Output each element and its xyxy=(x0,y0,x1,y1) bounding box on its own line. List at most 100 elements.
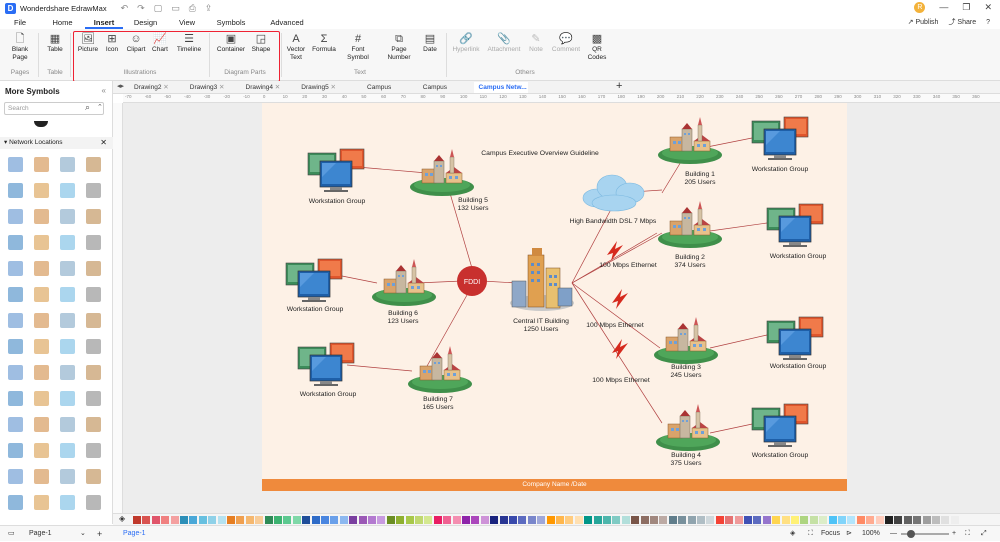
new-tab-icon[interactable]: + xyxy=(616,80,622,92)
building-4-shape[interactable] xyxy=(655,403,721,452)
color-swatch[interactable] xyxy=(208,516,217,524)
symbol-item[interactable] xyxy=(60,183,75,198)
symbol-item[interactable] xyxy=(86,417,101,432)
page-footer[interactable]: Company Name /Date xyxy=(262,479,847,491)
library-close-icon[interactable]: ✕ xyxy=(100,137,107,149)
color-swatch[interactable] xyxy=(245,516,254,524)
building-1-label[interactable]: Building 1 xyxy=(680,171,720,179)
color-swatch[interactable] xyxy=(499,516,508,524)
color-swatch[interactable] xyxy=(856,516,865,524)
symbol-item[interactable] xyxy=(8,443,23,458)
color-swatch[interactable] xyxy=(490,516,499,524)
symbol-item[interactable] xyxy=(34,313,49,328)
symbol-item[interactable] xyxy=(60,417,75,432)
symbol-item[interactable] xyxy=(60,235,75,250)
symbol-item[interactable] xyxy=(8,495,23,510)
symbol-item[interactable] xyxy=(60,287,75,302)
color-swatch[interactable] xyxy=(142,516,151,524)
layers-icon[interactable]: ◈ xyxy=(790,526,795,542)
color-swatch[interactable] xyxy=(762,516,771,524)
symbol-item[interactable] xyxy=(34,287,49,302)
doc-tab[interactable]: Drawing3 ✕ xyxy=(185,82,239,93)
color-swatch[interactable] xyxy=(950,516,959,524)
color-swatch[interactable] xyxy=(471,516,480,524)
color-swatch[interactable] xyxy=(339,516,348,524)
symbol-item[interactable] xyxy=(86,157,101,172)
doc-tab[interactable]: Drawing4 ✕ xyxy=(241,82,295,93)
undo-icon[interactable]: ↶ xyxy=(121,3,129,14)
symbol-item[interactable] xyxy=(8,209,23,224)
symbol-item[interactable] xyxy=(86,183,101,198)
symbol-item[interactable] xyxy=(34,365,49,380)
zoom-slider[interactable] xyxy=(901,530,949,538)
focus-label[interactable]: Focus xyxy=(821,526,840,542)
color-swatch[interactable] xyxy=(885,516,893,524)
qr-codes-button[interactable]: ▩ QR Codes xyxy=(585,32,609,61)
workstation-group-7[interactable] xyxy=(751,403,809,448)
color-swatch[interactable] xyxy=(621,516,630,524)
color-swatch[interactable] xyxy=(828,516,837,524)
color-swatch[interactable] xyxy=(462,516,470,524)
ethernet-label-3[interactable]: 100 Mbps Ethernet xyxy=(589,377,653,385)
building-5-users[interactable]: 132 Users xyxy=(449,205,497,213)
color-swatch[interactable] xyxy=(809,516,818,524)
workstation-group-3[interactable] xyxy=(297,342,355,387)
attachment-button[interactable]: 📎 Attachment xyxy=(487,32,521,54)
library-header[interactable]: ▾ Network Locations ✕ xyxy=(0,137,113,149)
building-2-users[interactable]: 374 Users xyxy=(670,262,710,270)
color-swatch[interactable] xyxy=(593,516,602,524)
share-button[interactable]: ⤴ Share xyxy=(948,17,976,29)
ethernet-label-2[interactable]: 100 Mbps Ethernet xyxy=(583,322,647,330)
note-button[interactable]: ✎ Note xyxy=(526,32,546,54)
comment-button[interactable]: 💬 Comment xyxy=(551,32,581,54)
symbol-item[interactable] xyxy=(34,183,49,198)
fill-icon[interactable]: ◈ xyxy=(119,514,125,523)
symbol-item[interactable] xyxy=(34,417,49,432)
color-swatch[interactable] xyxy=(302,516,311,524)
date-button[interactable]: ▤ Date xyxy=(420,32,440,54)
color-swatch[interactable] xyxy=(292,516,301,524)
color-swatch[interactable] xyxy=(330,516,339,524)
color-swatch[interactable] xyxy=(255,516,264,524)
symbol-item[interactable] xyxy=(86,443,101,458)
color-swatch[interactable] xyxy=(227,516,235,524)
workstation-label-7[interactable]: Workstation Group xyxy=(748,452,812,460)
maximize-icon[interactable]: ❐ xyxy=(962,2,970,13)
color-swatch[interactable] xyxy=(480,516,489,524)
workstation-label-5[interactable]: Workstation Group xyxy=(766,253,830,261)
table-button[interactable]: ▦ Table xyxy=(44,32,66,54)
tab-home[interactable]: Home xyxy=(40,17,85,29)
central-it-building-shape[interactable] xyxy=(510,248,574,311)
color-swatch[interactable] xyxy=(556,516,564,524)
symbol-item[interactable] xyxy=(86,391,101,406)
color-swatch[interactable] xyxy=(537,516,546,524)
color-swatch[interactable] xyxy=(415,516,423,524)
building-7-users[interactable]: 165 Users xyxy=(418,404,458,412)
color-swatch[interactable] xyxy=(659,516,668,524)
color-swatch[interactable] xyxy=(198,516,207,524)
symbol-item[interactable] xyxy=(86,313,101,328)
symbol-item[interactable] xyxy=(34,235,49,250)
color-swatch[interactable] xyxy=(283,516,292,524)
add-page-icon[interactable]: + xyxy=(97,526,102,542)
ethernet-label-1[interactable]: 100 Mbps Ethernet xyxy=(596,262,660,270)
color-swatch[interactable] xyxy=(311,516,320,524)
minimize-icon[interactable]: — xyxy=(939,2,948,13)
color-swatch[interactable] xyxy=(151,516,160,524)
color-swatch[interactable] xyxy=(358,516,367,524)
color-swatch[interactable] xyxy=(875,516,884,524)
fullscreen-icon[interactable]: ⤢ xyxy=(981,526,987,542)
tab-advanced[interactable]: Advanced xyxy=(256,17,318,29)
central-it-label[interactable]: Central IT Building xyxy=(508,318,574,326)
workstation-label-1[interactable]: Workstation Group xyxy=(305,198,369,206)
color-swatch[interactable] xyxy=(781,516,790,524)
building-1-users[interactable]: 205 Users xyxy=(680,179,720,187)
color-swatch[interactable] xyxy=(405,516,414,524)
color-swatch[interactable] xyxy=(734,516,743,524)
color-swatch[interactable] xyxy=(744,516,752,524)
doc-tab[interactable]: Drawing2 ✕ xyxy=(129,82,183,93)
color-swatch[interactable] xyxy=(640,516,649,524)
color-swatch[interactable] xyxy=(932,516,940,524)
symbol-item[interactable] xyxy=(60,209,75,224)
doc-tab-close-icon[interactable]: ✕ xyxy=(217,84,224,91)
